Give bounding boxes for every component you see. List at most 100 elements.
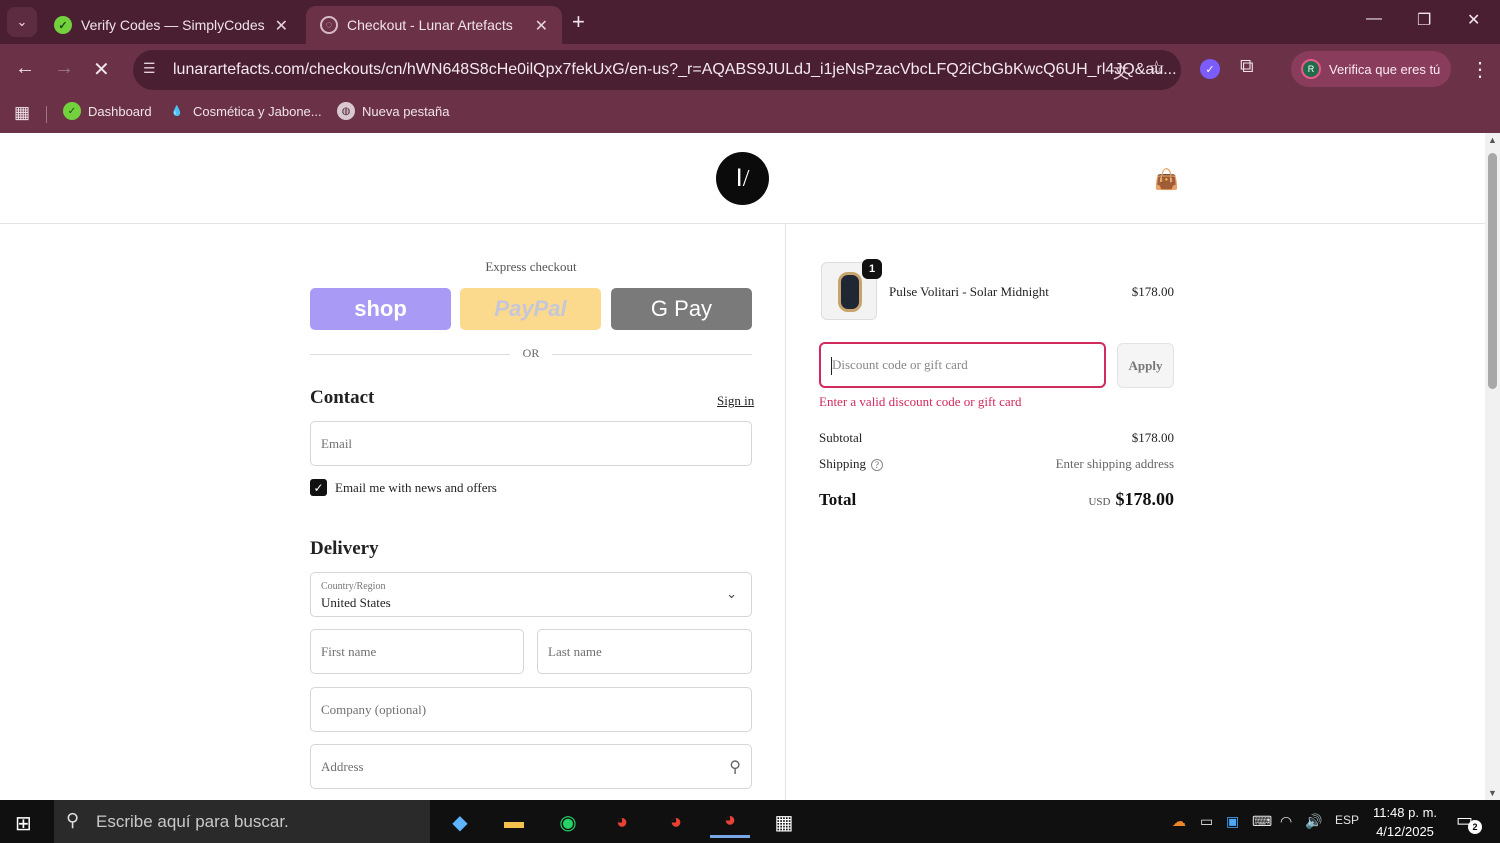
country-value: United States xyxy=(321,595,391,610)
cloud-icon[interactable]: ☁ xyxy=(1172,813,1186,830)
droplet-icon: 💧 xyxy=(170,105,184,117)
bookmark-star-icon[interactable]: ☆ xyxy=(1148,57,1165,80)
bookmark-label: Dashboard xyxy=(88,103,152,119)
or-separator: OR xyxy=(522,346,540,360)
tab-search-icon[interactable]: ⌄ xyxy=(7,7,37,37)
search-placeholder: Escribe aquí para buscar. xyxy=(96,811,289,831)
email-field[interactable]: Email xyxy=(310,421,752,466)
company-field[interactable]: Company (optional) xyxy=(310,687,752,732)
apply-button[interactable]: Apply xyxy=(1117,343,1174,388)
extensions-puzzle-icon[interactable]: ⧉ xyxy=(1240,56,1254,78)
back-icon[interactable]: ← xyxy=(15,57,35,80)
tab-checkout[interactable]: ◌ Checkout - Lunar Artefacts ✕ xyxy=(306,6,562,44)
newsletter-checkbox[interactable]: ✓ xyxy=(310,479,327,496)
express-checkout-label: Express checkout xyxy=(485,259,577,274)
page-scrollbar[interactable]: ▲ ▼ xyxy=(1485,133,1500,800)
wifi-icon[interactable]: ◠ xyxy=(1280,813,1292,830)
forward-icon[interactable]: → xyxy=(54,57,74,80)
avatar: R xyxy=(1301,59,1321,79)
scroll-up-icon[interactable]: ▲ xyxy=(1488,135,1497,145)
date: 4/12/2025 xyxy=(1376,824,1434,839)
time: 11:48 p. m. xyxy=(1372,805,1438,820)
minimize-icon[interactable]: — xyxy=(1366,10,1382,28)
close-tab-icon[interactable]: ✕ xyxy=(535,16,548,36)
shopping-bag-icon[interactable]: 👜 xyxy=(1154,167,1179,192)
browser-chrome: ⌄ ✓ Verify Codes — SimplyCodes ✕ ◌ Check… xyxy=(0,0,1500,133)
file-explorer-icon[interactable]: ▬ xyxy=(494,806,534,838)
checkout-page: Ⅰ/ 👜 Express checkout shop PayPal G Pay … xyxy=(0,133,1485,800)
contact-heading: Contact xyxy=(310,387,375,408)
first-name-field[interactable]: First name xyxy=(310,629,524,674)
bookmark-label: Cosmética y Jabone... xyxy=(193,103,322,119)
discount-code-input[interactable]: Discount code or gift card xyxy=(819,342,1106,388)
subtotal-label: Subtotal xyxy=(819,430,863,445)
profile-button[interactable]: R Verifica que eres tú xyxy=(1291,51,1451,87)
site-info-icon[interactable]: ☰ xyxy=(143,60,163,80)
close-window-icon[interactable]: ✕ xyxy=(1467,10,1480,30)
shipping-label: Shipping xyxy=(819,456,866,471)
quantity-badge: 1 xyxy=(862,259,882,279)
bookmark-nueva-pestana[interactable]: ◍ Nueva pestaña xyxy=(337,102,449,120)
language-indicator[interactable]: ESP xyxy=(1335,813,1359,827)
close-tab-icon[interactable]: ✕ xyxy=(275,16,288,36)
product-price: $178.00 xyxy=(1131,284,1174,299)
shipping-row: Shipping? Enter shipping address xyxy=(819,456,1174,472)
scroll-down-icon[interactable]: ▼ xyxy=(1488,788,1497,798)
apps-grid-icon[interactable]: ▦ xyxy=(14,103,30,123)
restore-icon[interactable]: ❐ xyxy=(1417,10,1431,30)
new-tab-icon[interactable]: + xyxy=(572,9,585,35)
notification-icon[interactable]: ▭ 2 xyxy=(1456,810,1482,834)
volume-icon[interactable]: 🔊 xyxy=(1305,813,1322,830)
divider xyxy=(552,354,752,355)
address-bar[interactable]: ☰ lunarartefacts.com/checkouts/cn/hWN648… xyxy=(133,50,1181,90)
search-icon: ⚲ xyxy=(66,810,80,830)
device-icon[interactable]: ▭ xyxy=(1200,813,1213,830)
address-field[interactable]: Address ⚲ xyxy=(310,744,752,789)
bookmarks-bar: ▦ ✓ Dashboard 💧 Cosmética y Jabone... ◍ … xyxy=(0,96,1500,133)
calculator-icon[interactable]: ▦ xyxy=(764,806,804,838)
google-pay-button[interactable]: G Pay xyxy=(611,288,752,330)
bookmark-cosmetica[interactable]: 💧 Cosmética y Jabone... xyxy=(168,102,322,120)
checkout-form: Express checkout shop PayPal G Pay OR Co… xyxy=(0,224,786,800)
tab-title: Checkout - Lunar Artefacts xyxy=(347,17,513,33)
currency-code: USD xyxy=(1088,496,1111,508)
chrome-profile-icon[interactable]: ◕ xyxy=(602,806,642,838)
windows-start-icon[interactable]: ⊞ xyxy=(15,811,32,836)
keyboard-icon[interactable]: ⌨ xyxy=(1252,813,1272,830)
paypal-button[interactable]: PayPal xyxy=(460,288,601,330)
menu-kebab-icon[interactable]: ⋮ xyxy=(1470,57,1490,82)
country-select[interactable]: Country/Region United States ⌄ xyxy=(310,572,752,617)
last-name-field[interactable]: Last name xyxy=(537,629,752,674)
scrollbar-thumb[interactable] xyxy=(1488,153,1497,389)
profile-label: Verifica que eres tú xyxy=(1329,61,1441,77)
globe-icon: ◍ xyxy=(337,102,355,120)
copilot-icon[interactable]: ◆ xyxy=(440,806,480,838)
divider xyxy=(310,354,510,355)
translate-icon[interactable]: 文 xyxy=(1113,59,1129,83)
order-summary: 1 Pulse Volitari - Solar Midnight $178.0… xyxy=(787,224,1485,800)
stop-loading-icon[interactable]: ✕ xyxy=(93,57,110,82)
help-icon[interactable]: ? xyxy=(870,459,883,471)
chrome-active-icon[interactable]: ◕ xyxy=(710,806,750,838)
total-value: $178.00 xyxy=(1115,489,1175,509)
sign-in-link[interactable]: Sign in xyxy=(717,393,754,409)
shop-pay-button[interactable]: shop xyxy=(310,288,451,330)
system-clock[interactable]: 11:48 p. m. 4/12/2025 xyxy=(1366,803,1444,841)
extension-simplycodes-icon[interactable]: ✓ xyxy=(1200,59,1220,79)
bookmark-dashboard[interactable]: ✓ Dashboard xyxy=(63,102,152,120)
search-icon: ⚲ xyxy=(729,759,741,776)
app-tray-icon[interactable]: ▣ xyxy=(1226,813,1239,830)
total-label: Total xyxy=(819,490,857,509)
tab-strip: ⌄ ✓ Verify Codes — SimplyCodes ✕ ◌ Check… xyxy=(0,0,1500,44)
toolbar: ← → ✕ ☰ lunarartefacts.com/checkouts/cn/… xyxy=(0,44,1500,96)
subtotal-row: Subtotal $178.00 xyxy=(819,430,1174,446)
store-logo[interactable]: Ⅰ/ xyxy=(716,152,769,205)
loading-favicon-icon: ◌ xyxy=(320,16,338,34)
chrome-profile-icon[interactable]: ◕ xyxy=(656,806,696,838)
subtotal-value: $178.00 xyxy=(1131,430,1174,445)
discount-error-message: Enter a valid discount code or gift card xyxy=(819,394,1022,409)
divider xyxy=(46,106,47,123)
whatsapp-icon[interactable]: ◉ xyxy=(548,806,588,838)
tab-verify-codes[interactable]: ✓ Verify Codes — SimplyCodes ✕ xyxy=(40,6,302,44)
taskbar-search-input[interactable]: ⚲ Escribe aquí para buscar. xyxy=(54,800,430,843)
